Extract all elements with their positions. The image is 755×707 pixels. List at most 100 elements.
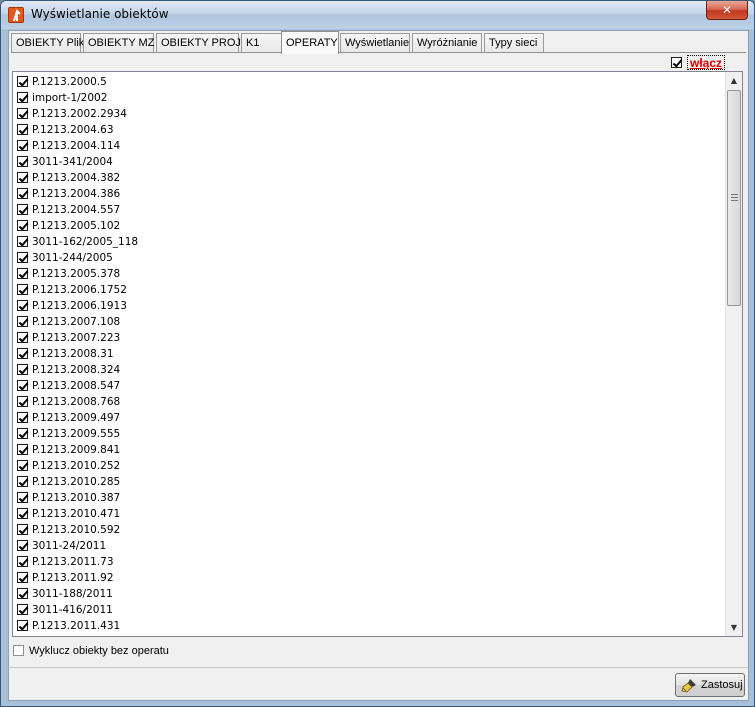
item-checkbox[interactable] [17,332,28,343]
list-item[interactable]: P.1213.2004.63 [17,122,707,138]
exclude-checkbox[interactable] [13,645,24,656]
list-item[interactable]: 3011-24/2011 [17,538,707,554]
list-item[interactable]: P.1213.2011.73 [17,554,707,570]
tab-wyświetlanie[interactable]: Wyświetlanie [340,33,410,53]
item-checkbox[interactable] [17,236,28,247]
item-checkbox[interactable] [17,156,28,167]
exclude-label[interactable]: Wyklucz obiekty bez operatu [29,643,169,659]
item-checkbox[interactable] [17,220,28,231]
list-item[interactable]: P.1213.2009.841 [17,442,707,458]
item-checkbox[interactable] [17,572,28,583]
item-checkbox[interactable] [17,604,28,615]
item-checkbox[interactable] [17,412,28,423]
close-button[interactable]: ✕ [706,1,748,20]
item-label: P.1213.2009.497 [32,412,121,424]
tab-obiekty-plik[interactable]: OBIEKTY Plik [11,33,84,53]
item-checkbox[interactable] [17,204,28,215]
item-checkbox[interactable] [17,124,28,135]
list-item[interactable]: P.1213.2004.382 [17,170,707,186]
operaty-listbox[interactable]: P.1213.2000.5 import-1/2002 P.1213.2002.29… [12,71,743,637]
list-item[interactable]: P.1213.2004.114 [17,138,707,154]
tab-k1[interactable]: K1 [241,33,283,53]
item-checkbox[interactable] [17,252,28,263]
item-checkbox[interactable] [17,348,28,359]
item-checkbox[interactable] [17,188,28,199]
list-item[interactable]: 3011-416/2011 [17,602,707,618]
list-item[interactable]: P.1213.2007.108 [17,314,707,330]
list-item[interactable]: P.1213.2008.324 [17,362,707,378]
list-item[interactable]: P.1213.2006.1913 [17,298,707,314]
title-bar[interactable]: Wyświetlanie obiektów ✕ [1,1,754,29]
tab-obiekty-proj[interactable]: OBIEKTY PROJ [156,33,241,53]
list-item[interactable]: P.1213.2009.497 [17,410,707,426]
item-checkbox[interactable] [17,524,28,535]
item-checkbox[interactable] [17,508,28,519]
enable-toggle[interactable]: włącz [671,55,741,71]
item-checkbox[interactable] [17,620,28,631]
tab-operaty[interactable]: OPERATY [281,31,339,54]
list-item[interactable]: import-1/2002 [17,90,707,106]
item-checkbox[interactable] [17,588,28,599]
list-item[interactable]: P.1213.2010.285 [17,474,707,490]
list-item[interactable]: P.1213.2005.102 [17,218,707,234]
list-item[interactable]: 3011-188/2011 [17,586,707,602]
list-item[interactable]: P.1213.2008.31 [17,346,707,362]
item-checkbox[interactable] [17,92,28,103]
item-label: P.1213.2011.92 [32,572,114,584]
item-label: 3011-416/2011 [32,604,113,616]
enable-checkbox[interactable] [671,57,682,68]
list-item[interactable]: P.1213.2010.387 [17,490,707,506]
list-item[interactable]: P.1213.2008.768 [17,394,707,410]
item-checkbox[interactable] [17,396,28,407]
item-checkbox[interactable] [17,492,28,503]
tab-wyróżnianie[interactable]: Wyróżnianie [412,33,482,53]
list-item[interactable]: P.1213.2010.252 [17,458,707,474]
list-item[interactable]: 3011-244/2005 [17,250,707,266]
list-item[interactable]: P.1213.2004.557 [17,202,707,218]
list-item[interactable]: P.1213.2010.592 [17,522,707,538]
item-checkbox[interactable] [17,108,28,119]
enable-label[interactable]: włącz [687,55,726,70]
item-checkbox[interactable] [17,172,28,183]
list-item[interactable]: P.1213.2004.386 [17,186,707,202]
item-checkbox[interactable] [17,428,28,439]
apply-button[interactable]: Zastosuj [675,673,745,697]
item-checkbox[interactable] [17,460,28,471]
item-label: P.1213.2008.324 [32,364,121,376]
item-checkbox[interactable] [17,300,28,311]
item-checkbox[interactable] [17,316,28,327]
list-item[interactable]: P.1213.2011.92 [17,570,707,586]
list-item[interactable]: P.1213.2010.471 [17,506,707,522]
item-checkbox[interactable] [17,268,28,279]
item-checkbox[interactable] [17,444,28,455]
item-checkbox[interactable] [17,636,28,637]
list-item[interactable]: P.1213.2009.555 [17,426,707,442]
list-item[interactable]: P.1213.2005.378 [17,266,707,282]
tab-typy-sieci[interactable]: Typy sieci [484,33,544,53]
exclude-option[interactable]: Wyklucz obiekty bez operatu [13,643,313,659]
list-item[interactable]: P.1213.2000.5 [17,74,707,90]
item-checkbox[interactable] [17,364,28,375]
scroll-up-arrow-icon[interactable]: ▲ [726,72,742,89]
item-checkbox[interactable] [17,540,28,551]
item-checkbox[interactable] [17,556,28,567]
vertical-scrollbar[interactable]: ▲ ▼ [725,72,742,636]
tab-obiekty-mz[interactable]: OBIEKTY MZ [83,33,154,53]
list-item[interactable]: P.1213.2002.2934 [17,106,707,122]
list-item[interactable]: P.1213.2011.661 [17,634,707,637]
item-checkbox[interactable] [17,476,28,487]
item-checkbox[interactable] [17,284,28,295]
item-checkbox[interactable] [17,140,28,151]
scrollbar-thumb[interactable] [727,90,741,306]
list-item[interactable]: 3011-162/2005_118 [17,234,707,250]
item-checkbox[interactable] [17,380,28,391]
list-item[interactable]: P.1213.2011.431 [17,618,707,634]
item-checkbox[interactable] [17,76,28,87]
list-item[interactable]: P.1213.2007.223 [17,330,707,346]
list-item[interactable]: 3011-341/2004 [17,154,707,170]
list-item[interactable]: P.1213.2006.1752 [17,282,707,298]
item-label: P.1213.2010.285 [32,476,121,488]
scroll-down-arrow-icon[interactable]: ▼ [726,619,742,636]
item-label: P.1213.2008.31 [32,348,114,360]
list-item[interactable]: P.1213.2008.547 [17,378,707,394]
